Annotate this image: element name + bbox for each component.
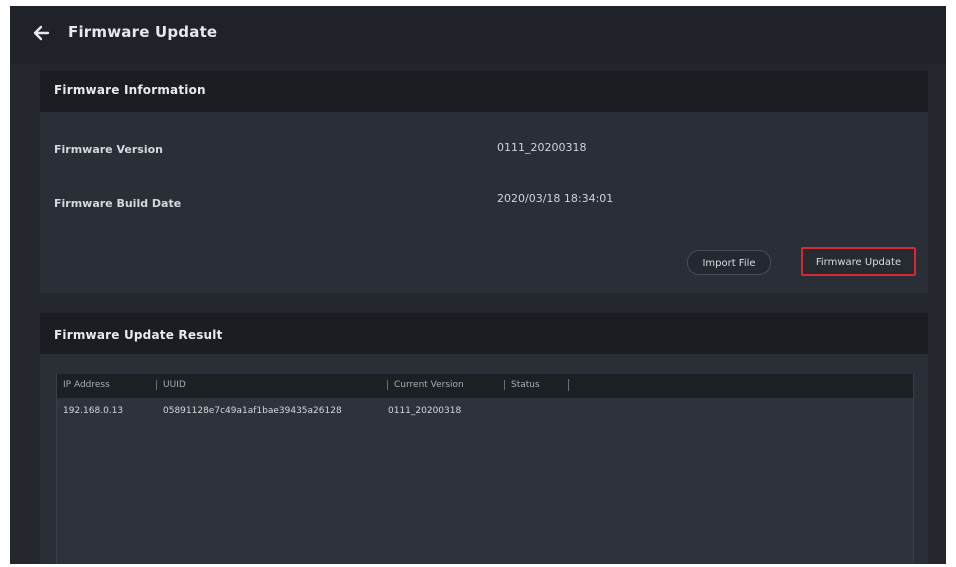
firmware-information-header: Firmware Information <box>40 71 928 112</box>
cell-ip-address: 192.168.0.13 <box>63 406 124 416</box>
table-header: IP Address UUID Current Version Status <box>57 374 913 398</box>
firmware-version-label: Firmware Version <box>54 143 163 156</box>
cell-current-version: 0111_20200318 <box>388 406 462 416</box>
top-bar: Firmware Update <box>10 6 946 64</box>
firmware-update-page: Firmware Update Firmware Information Fir… <box>10 6 946 564</box>
firmware-version-value: 0111_20200318 <box>497 141 587 154</box>
cell-uuid: 05891128e7c49a1af1bae39435a26128 <box>163 406 342 416</box>
firmware-update-button[interactable]: Firmware Update <box>801 247 916 276</box>
column-header-uuid[interactable]: UUID <box>156 380 186 390</box>
firmware-information-panel: Firmware Information Firmware Version 01… <box>40 71 928 293</box>
update-result-table: IP Address UUID Current Version Status 1… <box>56 374 914 564</box>
column-divider <box>568 379 569 391</box>
column-header-status[interactable]: Status <box>504 380 540 390</box>
firmware-build-date-label: Firmware Build Date <box>54 197 182 210</box>
column-header-ip-address[interactable]: IP Address <box>57 380 110 390</box>
firmware-update-result-panel: Firmware Update Result IP Address UUID C… <box>40 313 928 564</box>
import-file-button[interactable]: Import File <box>687 250 771 275</box>
firmware-information-title: Firmware Information <box>54 83 206 97</box>
firmware-build-date-value: 2020/03/18 18:34:01 <box>497 192 614 205</box>
arrow-left-icon[interactable] <box>32 24 50 42</box>
column-header-current-version[interactable]: Current Version <box>387 380 464 390</box>
page-title: Firmware Update <box>68 23 218 41</box>
firmware-update-result-title: Firmware Update Result <box>54 328 223 342</box>
firmware-update-result-header: Firmware Update Result <box>40 313 928 354</box>
